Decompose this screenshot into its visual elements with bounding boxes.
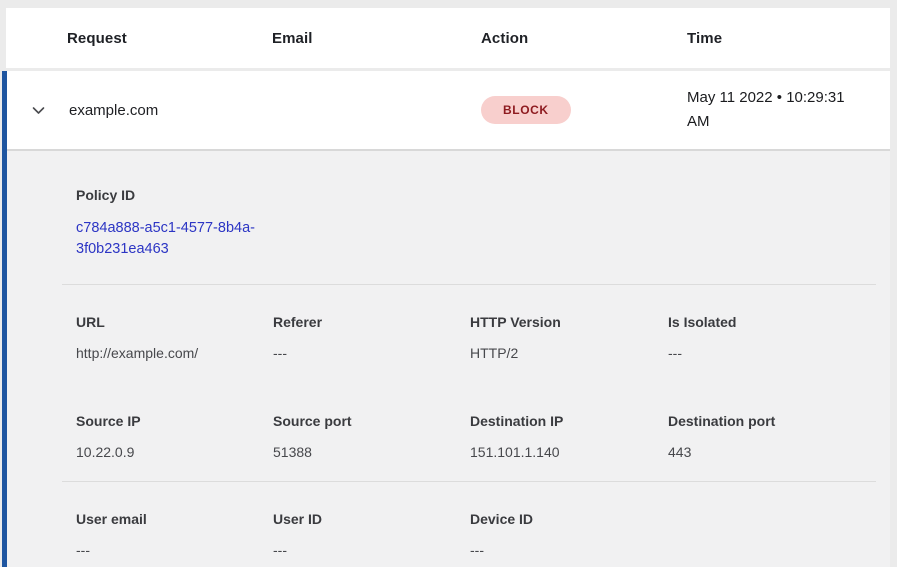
detail-row-http: URL http://example.com/ Referer --- HTTP… [7,314,890,361]
field-value: 151.101.1.140 [470,444,668,460]
detail-field-http-version: HTTP Version HTTP/2 [470,314,668,361]
detail-field-destination-ip: Destination IP 151.101.1.140 [470,413,668,460]
chevron-down-icon [30,102,47,119]
field-label: Destination port [668,413,890,429]
timestamp: May 11 2022 • 10:29:31 AM [687,86,867,134]
field-value: HTTP/2 [470,345,668,361]
field-label: Source IP [76,413,273,429]
detail-field-destination-port: Destination port 443 [668,413,890,460]
detail-field-device-id: Device ID --- [470,511,668,558]
action-cell: BLOCK [481,96,687,124]
section-divider [62,481,876,482]
block-status-badge: BLOCK [481,96,571,124]
detail-field-user-id: User ID --- [273,511,470,558]
column-header-time: Time [687,30,890,47]
detail-field-source-ip: Source IP 10.22.0.9 [76,413,273,460]
field-value: 51388 [273,444,470,460]
request-domain: example.com [69,102,272,119]
field-label: Is Isolated [668,314,890,330]
field-label: Source port [273,413,470,429]
field-label: URL [76,314,273,330]
field-value: 443 [668,444,890,460]
detail-field-url: URL http://example.com/ [76,314,273,361]
detail-panel: Policy ID c784a888-a5c1-4577-8b4a-3f0b23… [7,149,890,567]
field-value: --- [668,345,890,361]
policy-id-link[interactable]: c784a888-a5c1-4577-8b4a-3f0b231ea463 [76,218,281,260]
table-header: Request Email Action Time [6,8,890,68]
log-row[interactable]: example.com BLOCK May 11 2022 • 10:29:31… [7,71,890,149]
policy-id-section: Policy ID c784a888-a5c1-4577-8b4a-3f0b23… [7,187,890,260]
column-header-request: Request [67,30,272,47]
field-value: --- [76,542,273,558]
field-label: Device ID [470,511,668,527]
field-value: --- [273,345,470,361]
column-header-action: Action [481,30,687,47]
detail-field-source-port: Source port 51388 [273,413,470,460]
detail-field-is-isolated: Is Isolated --- [668,314,890,361]
field-label: Destination IP [470,413,668,429]
field-label: User email [76,511,273,527]
column-header-email: Email [272,30,481,47]
detail-field-referer: Referer --- [273,314,470,361]
field-value: 10.22.0.9 [76,444,273,460]
expanded-row-container: example.com BLOCK May 11 2022 • 10:29:31… [2,71,890,567]
detail-row-network: Source IP 10.22.0.9 Source port 51388 De… [7,413,890,460]
field-value: --- [273,542,470,558]
field-label: HTTP Version [470,314,668,330]
section-divider [62,284,876,285]
detail-row-user: User email --- User ID --- Device ID --- [7,511,890,558]
field-label: Referer [273,314,470,330]
field-value: http://example.com/ [76,345,273,361]
policy-id-label: Policy ID [76,187,890,203]
detail-field-user-email: User email --- [76,511,273,558]
logs-table: Request Email Action Time example.com BL… [2,8,890,567]
detail-field-empty [668,511,890,558]
field-value: --- [470,542,668,558]
field-label: User ID [273,511,470,527]
expand-collapse-toggle[interactable] [7,102,69,119]
